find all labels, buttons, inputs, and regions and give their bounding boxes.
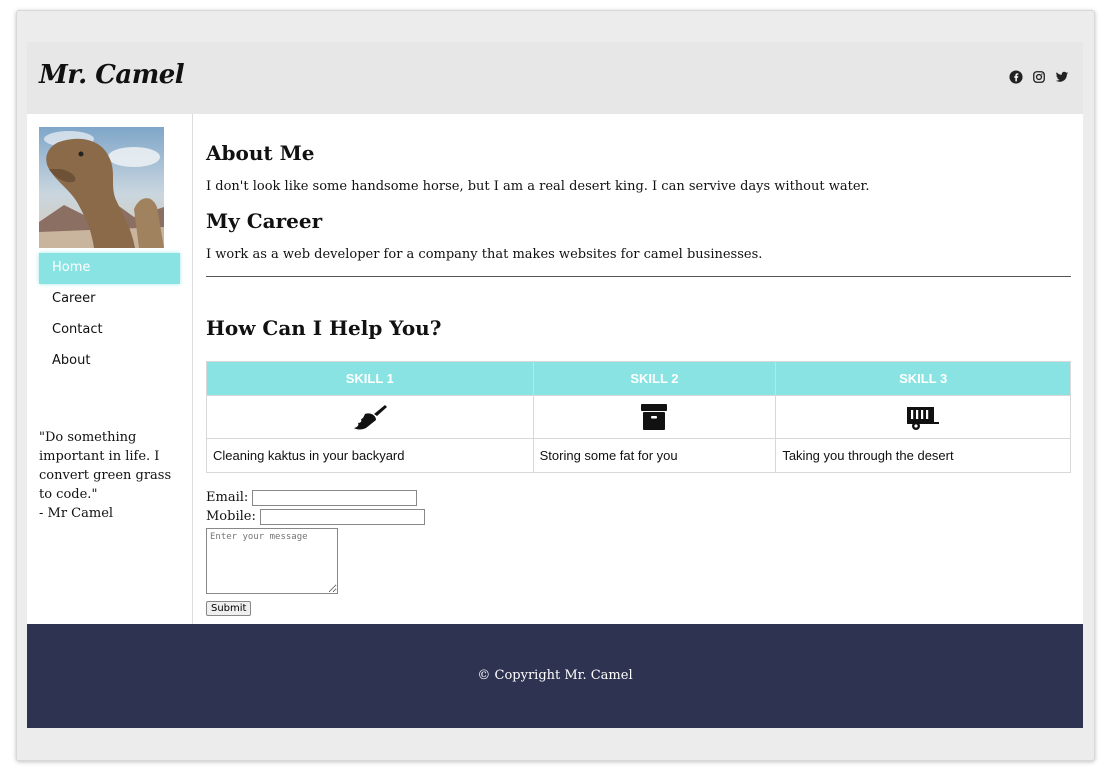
twitter-icon[interactable] xyxy=(1055,70,1069,84)
mobile-label: Mobile: xyxy=(206,509,256,524)
skill-1-header: SKILL 1 xyxy=(206,361,534,396)
section-divider xyxy=(206,276,1071,277)
skill-1-description: Cleaning kaktus in your backyard xyxy=(206,438,534,473)
nav-item-home[interactable]: Home xyxy=(39,253,180,284)
copyright-text: © Copyright Mr. Camel xyxy=(477,668,633,683)
skill-2-description: Storing some fat for you xyxy=(532,438,777,473)
site-logo[interactable]: Mr. Camel xyxy=(39,60,185,90)
instagram-icon[interactable] xyxy=(1032,70,1046,84)
about-heading: About Me xyxy=(206,141,315,165)
help-heading: How Can I Help You? xyxy=(206,316,442,340)
quote-text: "Do something important in life. I conve… xyxy=(39,430,172,502)
career-heading: My Career xyxy=(206,209,323,233)
skill-3-header: SKILL 3 xyxy=(775,361,1071,396)
nav-item-about[interactable]: About xyxy=(39,346,180,377)
facebook-icon[interactable] xyxy=(1009,70,1023,84)
site-header: Mr. Camel xyxy=(27,42,1083,114)
email-row: Email: xyxy=(206,488,425,507)
skill-1-icon-cell xyxy=(206,395,534,439)
email-label: Email: xyxy=(206,490,249,505)
nav-item-career[interactable]: Career xyxy=(39,284,180,315)
camel-photo xyxy=(39,127,164,248)
skills-icon-row xyxy=(206,395,1071,439)
skill-3-description: Taking you through the desert xyxy=(775,438,1071,473)
quote-author: - Mr Camel xyxy=(39,506,114,521)
sidebar-quote: "Do something important in life. I conve… xyxy=(39,428,174,523)
skill-2-header: SKILL 2 xyxy=(532,361,777,396)
broom-icon xyxy=(353,405,387,430)
email-field[interactable] xyxy=(252,489,418,506)
submit-button[interactable]: Submit xyxy=(206,601,252,616)
sidebar-nav: Home Career Contact About xyxy=(39,253,180,377)
career-text: I work as a web developer for a company … xyxy=(206,247,763,262)
sidebar: Home Career Contact About "Do something … xyxy=(27,114,193,624)
skill-2-icon-cell xyxy=(532,395,777,439)
main-content: About Me I don't look like some handsome… xyxy=(193,114,1083,624)
site-footer: © Copyright Mr. Camel xyxy=(27,624,1083,728)
skill-3-icon-cell xyxy=(775,395,1071,439)
page: Mr. Camel Home Career Contact About "Do … xyxy=(27,42,1083,728)
archive-box-icon xyxy=(641,404,668,430)
skills-description-row: Cleaning kaktus in your backyard Storing… xyxy=(206,438,1071,473)
contact-form: Email: Mobile: Submit xyxy=(206,488,425,616)
social-links xyxy=(1009,70,1069,84)
skills-header-row: SKILL 1 SKILL 2 SKILL 3 xyxy=(206,361,1071,396)
mobile-field[interactable] xyxy=(259,508,425,525)
about-text: I don't look like some handsome horse, b… xyxy=(206,179,870,194)
trailer-icon xyxy=(907,407,940,430)
mobile-row: Mobile: xyxy=(206,507,425,526)
message-field[interactable] xyxy=(206,528,338,594)
nav-item-contact[interactable]: Contact xyxy=(39,315,180,346)
skills-table: SKILL 1 SKILL 2 SKILL 3 Cleaning kaktus … xyxy=(206,361,1071,473)
